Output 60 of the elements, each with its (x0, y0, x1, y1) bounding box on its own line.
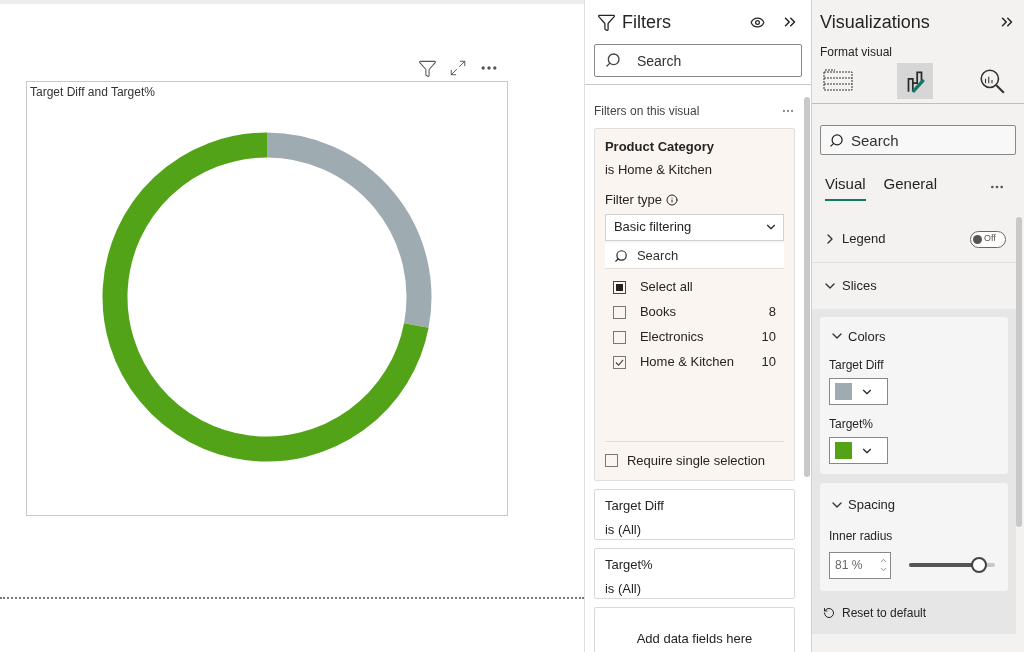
filter-icon[interactable] (418, 58, 437, 78)
color-label: Target Diff (829, 357, 885, 374)
search-icon (604, 52, 621, 68)
magnifier-chart-icon (978, 67, 1006, 95)
drop-zone[interactable]: Add data fields here (593, 607, 795, 652)
checkbox[interactable] (612, 305, 626, 319)
filter-summary: is (All) (604, 520, 643, 539)
visual-title: Target Diff and Target% (30, 84, 155, 101)
slider-thumb[interactable] (970, 557, 987, 573)
card-title[interactable]: Spacing (848, 495, 895, 515)
filter-card[interactable]: Target Diff is (All) (593, 489, 795, 540)
color-label: Target% (829, 416, 875, 433)
scrollbar[interactable] (804, 97, 810, 477)
filter-option[interactable]: Select all (612, 279, 776, 295)
checkbox[interactable] (612, 330, 626, 344)
tab[interactable]: Visual (825, 173, 866, 201)
filter-field: Target% (604, 555, 784, 575)
reset-icon (823, 606, 835, 619)
focus-mode-icon[interactable] (449, 59, 467, 77)
table-grid-icon (823, 69, 853, 93)
eye-icon[interactable] (750, 14, 765, 30)
color-picker[interactable] (829, 378, 888, 405)
search-icon (829, 133, 844, 148)
toggle-switch[interactable]: Off (970, 230, 1006, 248)
item-count: 10 (761, 328, 776, 347)
filter-option[interactable]: Books 8 (612, 304, 776, 320)
filter-summary: is (All) (604, 579, 643, 598)
search-icon (613, 248, 628, 263)
reset-button[interactable]: Reset to default (820, 603, 1008, 622)
pane-tab[interactable] (897, 63, 933, 99)
filter-field: Target Diff (604, 496, 784, 516)
filter-option[interactable]: Electronics 10 (612, 329, 776, 345)
filter-summary: is Home & Kitchen (604, 160, 713, 179)
number-field[interactable]: 81 % (829, 551, 891, 579)
tab[interactable]: General (883, 173, 937, 201)
section-label[interactable]: Slices (842, 275, 877, 296)
pane-subtitle: Format visual (819, 44, 894, 61)
checkbox[interactable] (612, 355, 626, 369)
info-icon (666, 193, 679, 206)
checkbox[interactable] (612, 280, 626, 294)
color-picker[interactable] (829, 437, 888, 464)
checkbox[interactable] (604, 453, 618, 467)
section-label: Filters on this visual (593, 103, 700, 120)
filter-option[interactable]: Home & Kitchen 10 (612, 354, 776, 370)
scrollbar[interactable] (1016, 216, 1022, 527)
filter-field: Product Category (604, 137, 784, 157)
card-title[interactable]: Colors (848, 326, 886, 346)
section-label[interactable]: Legend (842, 229, 966, 249)
filter-card[interactable]: Target% is (All) (593, 548, 795, 599)
filter-type-dropdown[interactable]: Basic filtering (604, 213, 784, 241)
field-label: Inner radius (829, 527, 894, 545)
item-count: 10 (761, 353, 776, 372)
search-field[interactable]: Search (593, 44, 802, 77)
item-count: 8 (768, 303, 776, 322)
filter-type-label: Filter type (604, 191, 663, 209)
search-field[interactable]: Search (820, 125, 1016, 155)
pane-title: Visualizations (820, 10, 930, 34)
require-single-option[interactable]: Require single selection (604, 440, 784, 470)
pane-title: Filters (621, 10, 672, 34)
filter-icon (596, 12, 616, 32)
